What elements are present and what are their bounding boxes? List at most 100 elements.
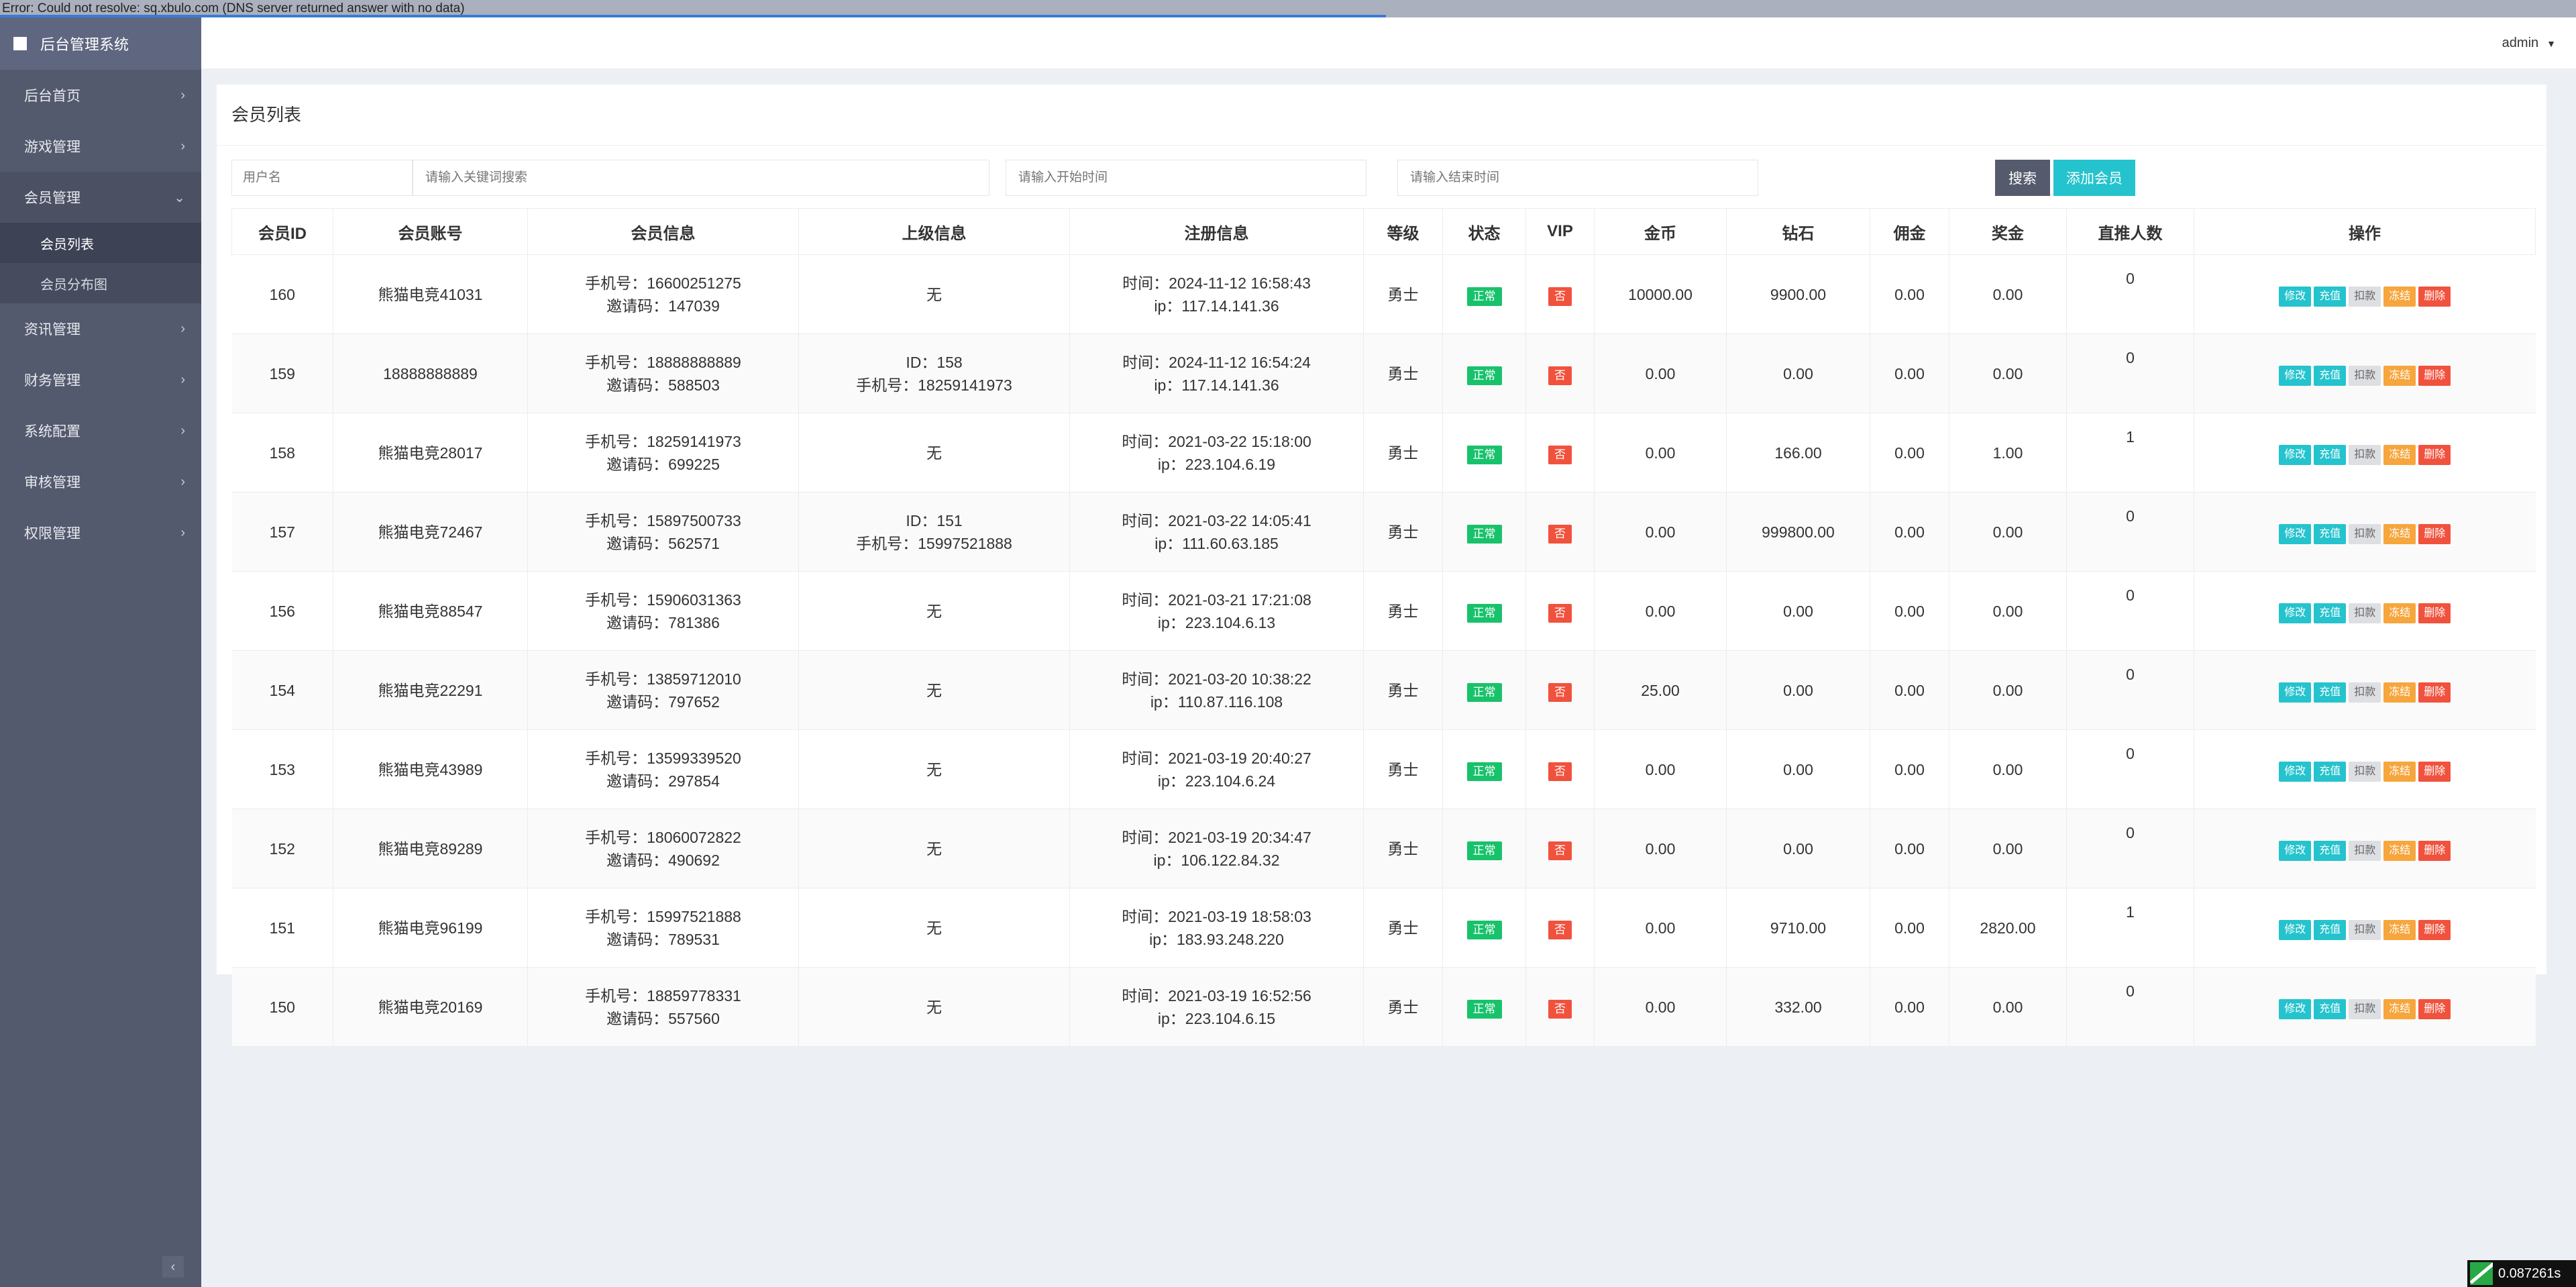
- deduct-button[interactable]: 扣款: [2349, 919, 2381, 940]
- sidebar-item-5[interactable]: 系统配置 ›: [0, 405, 201, 456]
- diamond-value: 0.00: [1726, 571, 1870, 651]
- freeze-button[interactable]: 冻结: [2383, 603, 2416, 623]
- status-badge: 正常: [1466, 445, 1502, 464]
- sidebar-item-4[interactable]: 财务管理 ›: [0, 354, 201, 405]
- search-button[interactable]: 搜索: [1995, 160, 2050, 196]
- freeze-button[interactable]: 冻结: [2383, 682, 2416, 703]
- register-info: 时间：2024-11-12 16:58:43 ip：117.14.141.36: [1069, 254, 1364, 334]
- delete-button[interactable]: 删除: [2418, 998, 2451, 1019]
- sidebar-item-7[interactable]: 权限管理 ›: [0, 507, 201, 558]
- edit-button[interactable]: 修改: [2279, 603, 2312, 623]
- deduct-button[interactable]: 扣款: [2349, 365, 2381, 386]
- freeze-button[interactable]: 冻结: [2383, 523, 2416, 544]
- member-info-line1: 手机号：13599339520: [585, 749, 741, 767]
- recharge-button[interactable]: 充值: [2314, 603, 2347, 623]
- sidebar-item-3[interactable]: 资讯管理 ›: [0, 303, 201, 354]
- sidebar-subitem-0[interactable]: 会员列表: [0, 223, 201, 263]
- parent-info: ID：158 手机号：18259141973: [798, 333, 1070, 413]
- status-badge: 正常: [1466, 524, 1502, 544]
- sidebar-item-label: 后台首页: [24, 89, 80, 104]
- edit-button[interactable]: 修改: [2279, 682, 2312, 703]
- deduct-button[interactable]: 扣款: [2349, 682, 2381, 703]
- edit-button[interactable]: 修改: [2279, 523, 2312, 544]
- register-info-line2: ip：223.104.6.15: [1157, 1009, 1276, 1027]
- commission-value: 0.00: [1870, 809, 1949, 888]
- edit-button[interactable]: 修改: [2279, 998, 2312, 1019]
- freeze-button[interactable]: 冻结: [2383, 444, 2416, 465]
- freeze-button[interactable]: 冻结: [2383, 919, 2416, 940]
- register-info-line2: ip：223.104.6.13: [1157, 613, 1276, 631]
- sidebar-item-6[interactable]: 审核管理 ›: [0, 456, 201, 507]
- status-cell: 正常: [1442, 254, 1526, 334]
- edit-button[interactable]: 修改: [2279, 444, 2312, 465]
- sidebar-item-2[interactable]: 会员管理 ⌄: [0, 172, 201, 223]
- sidebar-subitem-1[interactable]: 会员分布图: [0, 263, 201, 303]
- sidebar-item-0[interactable]: 后台首页 ›: [0, 70, 201, 121]
- field-select-username[interactable]: 用户名: [231, 160, 413, 196]
- member-info-line1: 手机号：18060072822: [585, 828, 741, 846]
- deduct-button[interactable]: 扣款: [2349, 840, 2381, 861]
- deduct-button[interactable]: 扣款: [2349, 761, 2381, 782]
- parent-info-line1: 无: [926, 998, 942, 1016]
- actions-cell: 修改 充值 扣款 冻结 删除: [2194, 967, 2536, 1047]
- table-row: 153 熊猫电竞43989 手机号：13599339520 邀请码：297854 无 时间…: [231, 729, 2536, 809]
- delete-button[interactable]: 删除: [2418, 444, 2451, 465]
- delete-button[interactable]: 删除: [2418, 603, 2451, 623]
- bonus-value: 0.00: [1949, 729, 2067, 809]
- chevron-left-icon[interactable]: ‹: [162, 1256, 184, 1278]
- parent-info: 无: [798, 571, 1070, 651]
- delete-button[interactable]: 删除: [2418, 840, 2451, 861]
- recharge-button[interactable]: 充值: [2314, 523, 2347, 544]
- edit-button[interactable]: 修改: [2279, 365, 2312, 386]
- deduct-button[interactable]: 扣款: [2349, 603, 2381, 623]
- register-info: 时间：2021-03-22 15:18:00 ip：223.104.6.19: [1069, 413, 1364, 493]
- sidebar-item-1[interactable]: 游戏管理 ›: [0, 121, 201, 172]
- keyword-input[interactable]: [413, 160, 989, 196]
- deduct-button[interactable]: 扣款: [2349, 444, 2381, 465]
- edit-button[interactable]: 修改: [2279, 761, 2312, 782]
- delete-button[interactable]: 删除: [2418, 286, 2451, 307]
- recharge-button[interactable]: 充值: [2314, 286, 2347, 307]
- edit-button[interactable]: 修改: [2279, 840, 2312, 861]
- add-member-button[interactable]: 添加会员: [2053, 160, 2135, 196]
- recharge-button[interactable]: 充值: [2314, 919, 2347, 940]
- parent-info-line1: 无: [926, 760, 942, 778]
- delete-button[interactable]: 删除: [2418, 682, 2451, 703]
- deduct-button[interactable]: 扣款: [2349, 523, 2381, 544]
- status-badge: 正常: [1466, 920, 1502, 939]
- table-row: 157 熊猫电竞72467 手机号：15897500733 邀请码：562571 ID：…: [231, 492, 2536, 572]
- member-info-line1: 手机号：15897500733: [585, 511, 741, 529]
- delete-button[interactable]: 删除: [2418, 365, 2451, 386]
- deduct-button[interactable]: 扣款: [2349, 286, 2381, 307]
- member-id: 152: [231, 809, 333, 888]
- start-time-input[interactable]: [1006, 160, 1366, 196]
- user-menu[interactable]: admin ▼: [2502, 17, 2556, 68]
- member-account: 熊猫电竞41031: [333, 254, 528, 334]
- recharge-button[interactable]: 充值: [2314, 444, 2347, 465]
- freeze-button[interactable]: 冻结: [2383, 998, 2416, 1019]
- freeze-button[interactable]: 冻结: [2383, 840, 2416, 861]
- freeze-button[interactable]: 冻结: [2383, 286, 2416, 307]
- status-badge: 正常: [1466, 841, 1502, 860]
- recharge-button[interactable]: 充值: [2314, 761, 2347, 782]
- end-time-input[interactable]: [1397, 160, 1758, 196]
- parent-info-line1: ID：151: [906, 511, 963, 529]
- freeze-button[interactable]: 冻结: [2383, 761, 2416, 782]
- delete-button[interactable]: 删除: [2418, 761, 2451, 782]
- parent-info-line2: 手机号：15997521888: [856, 534, 1012, 552]
- recharge-button[interactable]: 充值: [2314, 365, 2347, 386]
- delete-button[interactable]: 删除: [2418, 523, 2451, 544]
- table-row: 156 熊猫电竞88547 手机号：15906031363 邀请码：781386 无 时间…: [231, 571, 2536, 651]
- member-level: 勇士: [1363, 413, 1443, 493]
- delete-button[interactable]: 删除: [2418, 919, 2451, 940]
- freeze-button[interactable]: 冻结: [2383, 365, 2416, 386]
- chevron-right-icon: ›: [180, 138, 185, 154]
- edit-button[interactable]: 修改: [2279, 919, 2312, 940]
- edit-button[interactable]: 修改: [2279, 286, 2312, 307]
- deduct-button[interactable]: 扣款: [2349, 998, 2381, 1019]
- referral-count: 0: [2066, 650, 2194, 730]
- recharge-button[interactable]: 充值: [2314, 998, 2347, 1019]
- register-info-line1: 时间：2021-03-20 10:38:22: [1122, 670, 1311, 688]
- recharge-button[interactable]: 充值: [2314, 840, 2347, 861]
- recharge-button[interactable]: 充值: [2314, 682, 2347, 703]
